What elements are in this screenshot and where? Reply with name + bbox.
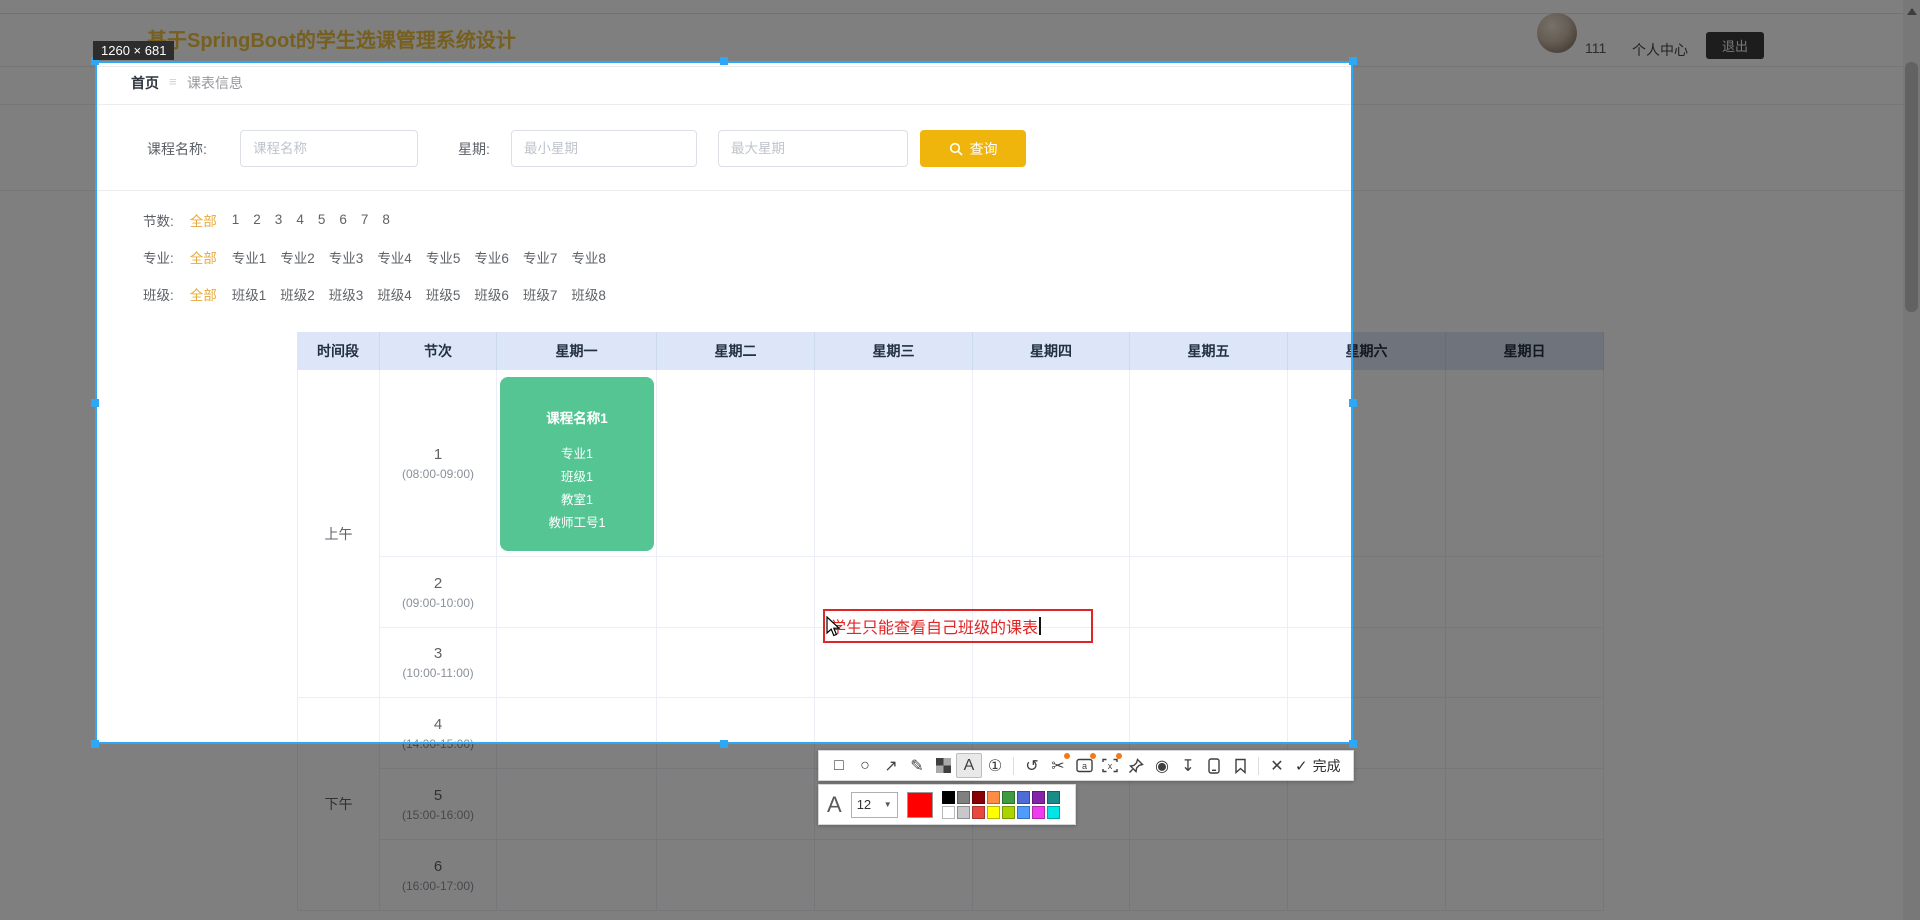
record-icon[interactable]: ◉ xyxy=(1149,753,1175,778)
palette-color[interactable] xyxy=(986,805,1000,819)
bookmark-icon[interactable] xyxy=(1227,753,1253,778)
pin-icon[interactable] xyxy=(1123,753,1149,778)
download-icon[interactable]: ↧ xyxy=(1175,753,1201,778)
palette-color[interactable] xyxy=(1001,790,1015,804)
current-color-swatch[interactable] xyxy=(906,791,933,818)
svg-text:x: x xyxy=(1108,761,1113,771)
text-style-icon: A xyxy=(827,791,842,817)
chevron-down-icon: ▼ xyxy=(883,800,892,809)
notification-dot xyxy=(1090,753,1096,759)
text-tool-icon[interactable]: A xyxy=(956,753,982,778)
selection-handle[interactable] xyxy=(1349,399,1357,407)
selection-rectangle xyxy=(95,61,1353,744)
device-icon[interactable] xyxy=(1201,753,1227,778)
done-label: 完成 xyxy=(1312,757,1341,774)
check-icon: ✓ xyxy=(1295,757,1308,775)
selection-size-label: 1260 × 681 xyxy=(93,41,175,60)
cut-icon[interactable]: ✂ xyxy=(1045,753,1071,778)
palette-color[interactable] xyxy=(1001,805,1015,819)
dim-overlay-right xyxy=(1353,61,1920,744)
rect-tool-icon[interactable]: □ xyxy=(826,753,852,778)
undo-icon[interactable]: ↺ xyxy=(1019,753,1045,778)
toolbar-separator xyxy=(1013,756,1014,775)
palette-color[interactable] xyxy=(1016,790,1030,804)
palette-color[interactable] xyxy=(1046,805,1060,819)
color-palette xyxy=(941,790,1060,819)
svg-text:a: a xyxy=(1081,761,1086,771)
palette-color[interactable] xyxy=(971,805,985,819)
font-size-dropdown[interactable]: 12 ▼ xyxy=(850,791,898,818)
ellipse-tool-icon[interactable]: ○ xyxy=(852,753,878,778)
mosaic-tool-icon[interactable] xyxy=(930,753,956,778)
palette-color[interactable] xyxy=(941,805,955,819)
translate-icon[interactable]: a xyxy=(1071,753,1097,778)
annotation-textbox[interactable]: 学生只能查看自己班级的课表 xyxy=(823,609,1093,643)
toolbar-separator xyxy=(1258,756,1259,775)
palette-color[interactable] xyxy=(986,790,1000,804)
selection-handle[interactable] xyxy=(1349,57,1357,65)
notification-dot xyxy=(1116,753,1122,759)
arrow-tool-icon[interactable]: ↗ xyxy=(878,753,904,778)
font-size-value: 12 xyxy=(856,797,872,812)
number-tool-icon[interactable]: ① xyxy=(982,753,1008,778)
mouse-cursor-icon xyxy=(826,616,841,637)
palette-color[interactable] xyxy=(956,805,970,819)
dim-overlay-left xyxy=(0,61,95,744)
selection-handle[interactable] xyxy=(91,740,99,748)
palette-color[interactable] xyxy=(956,790,970,804)
annotation-text: 学生只能查看自己班级的课表 xyxy=(830,620,1039,637)
snip-toolbar: □ ○ ↗ ✎ A ① ↺ ✂ a x ◉ ↧ ✕ ✓ 完成 xyxy=(818,750,1354,781)
ocr-icon[interactable]: x xyxy=(1097,753,1123,778)
text-style-panel: A 12 ▼ xyxy=(818,784,1076,825)
selection-handle[interactable] xyxy=(91,399,99,407)
dim-overlay-top xyxy=(0,0,1920,61)
close-icon[interactable]: ✕ xyxy=(1264,753,1290,778)
palette-color[interactable] xyxy=(1046,790,1060,804)
selection-handle[interactable] xyxy=(720,57,728,65)
palette-color[interactable] xyxy=(1031,805,1045,819)
palette-color[interactable] xyxy=(1031,790,1045,804)
palette-color[interactable] xyxy=(941,790,955,804)
done-button[interactable]: ✓ 完成 xyxy=(1295,756,1341,776)
palette-color[interactable] xyxy=(1016,805,1030,819)
screen: 基于SpringBoot的学生选课管理系统设计 111 个人中心 退出 首页 ≡… xyxy=(0,0,1920,920)
pencil-tool-icon[interactable]: ✎ xyxy=(904,753,930,778)
selection-handle[interactable] xyxy=(1349,740,1357,748)
selection-handle[interactable] xyxy=(720,740,728,748)
notification-dot xyxy=(1064,753,1070,759)
text-caret xyxy=(1039,617,1042,635)
palette-color[interactable] xyxy=(971,790,985,804)
